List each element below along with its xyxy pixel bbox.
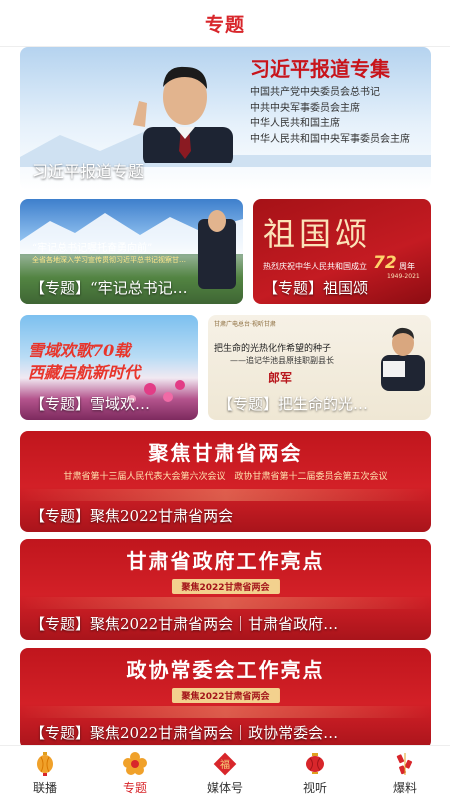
page-title: 专题 bbox=[204, 13, 245, 36]
leader-portrait-image bbox=[133, 66, 233, 163]
card-image-logo: 甘肃广电总台·视听甘肃 bbox=[214, 321, 276, 328]
card-caption: 【专题】把生命的光… bbox=[218, 395, 369, 413]
card-image-headline: “牢记总书记嘱托奋勇向前” bbox=[32, 243, 153, 254]
bottom-tab-bar: 联播 专题 福 媒体号 视听 爆料 bbox=[0, 745, 450, 801]
tab-label: 专题 bbox=[122, 781, 147, 795]
tab-label: 视听 bbox=[302, 781, 327, 795]
hero-subtitles: 中国共产党中央委员会总书记 中共中央军事委员会主席 中华人民共和国主席 中华人民… bbox=[250, 85, 410, 147]
card-image-subheadline: ——追记华池县原挂职副县长 bbox=[230, 356, 334, 365]
card-xueyu[interactable]: 雪域欢歌70载 西藏启航新时代 【专题】雪域欢… bbox=[20, 315, 198, 420]
card-image-headline: 雪域欢歌70载 bbox=[28, 341, 131, 360]
light-ray-decoration bbox=[20, 597, 431, 609]
card-zuguo-song[interactable]: 祖国颂 热烈庆祝中华人民共和国成立 72 周年 1949-2021 【专题】祖国… bbox=[253, 199, 431, 304]
banner-card-government-highlights[interactable]: 甘肃省政府工作亮点 聚焦2022甘肃省两会 【专题】聚焦2022甘肃省两会｜甘肃… bbox=[20, 539, 431, 640]
card-snow-mountain[interactable]: “牢记总书记嘱托奋勇向前” 全省各地深入学习宣传贯彻习近平总书记视察甘肃重要讲话… bbox=[20, 199, 243, 304]
banner-title: 聚焦甘肃省两会 bbox=[148, 441, 303, 465]
tab-baoliao[interactable]: 爆料 bbox=[360, 746, 450, 801]
tab-shiting[interactable]: 视听 bbox=[270, 746, 360, 801]
man-reading-image bbox=[381, 327, 425, 391]
card-image-subheadline: 热烈庆祝中华人民共和国成立 bbox=[263, 262, 367, 271]
banner-pill: 聚焦2022甘肃省两会 bbox=[171, 579, 280, 594]
tab-meitihao[interactable]: 福 媒体号 bbox=[180, 746, 270, 801]
hero-card-xi-reports[interactable]: 习近平报道专集 中国共产党中央委员会总书记 中共中央军事委员会主席 中华人民共和… bbox=[20, 47, 431, 190]
card-image-headline: 祖国颂 bbox=[263, 215, 372, 253]
tab-zhuanti[interactable]: 专题 bbox=[90, 746, 180, 801]
top-bar: 专题 bbox=[0, 0, 450, 47]
fu-diamond-icon: 福 bbox=[213, 752, 237, 776]
card-caption: 【专题】祖国颂 bbox=[263, 279, 369, 297]
hero-subtitle: 中华人民共和国中央军事委员会主席 bbox=[250, 133, 410, 145]
tab-lianbo[interactable]: 联播 bbox=[0, 746, 90, 801]
card-image-subheadline: 全省各地深入学习宣传贯彻习近平总书记视察甘肃重要讲话精神 bbox=[32, 256, 192, 264]
hero-subtitle: 中共中央军事委员会主席 bbox=[250, 102, 360, 114]
card-seed-of-hope[interactable]: 甘肃广电总台·视听甘肃 把生命的光热化作希望的种子 ——追记华池县原挂职副县长 … bbox=[208, 315, 431, 420]
banner-card-cppcc-highlights[interactable]: 政协常委会工作亮点 聚焦2022甘肃省两会 【专题】聚焦2022甘肃省两会｜政协… bbox=[20, 648, 431, 749]
card-caption: 【专题】雪域欢… bbox=[30, 395, 151, 413]
hero-title: 习近平报道专集 bbox=[250, 57, 390, 81]
flower-knot-icon bbox=[123, 752, 147, 775]
banner-card-two-sessions[interactable]: 聚焦甘肃省两会 甘肃省第十三届人民代表大会第六次会议 政协甘肃省第十二届委员会第… bbox=[20, 431, 431, 532]
firecracker-icon bbox=[396, 753, 413, 775]
card-image-headline: 把生命的光热化作希望的种子 bbox=[214, 344, 332, 354]
banner-title: 甘肃省政府工作亮点 bbox=[126, 549, 325, 573]
card-caption: 【专题】聚焦2022甘肃省两会｜甘肃省政府… bbox=[30, 615, 339, 633]
light-ray-decoration bbox=[20, 489, 431, 501]
lantern-icon bbox=[37, 752, 53, 776]
tab-label: 爆料 bbox=[392, 781, 417, 795]
anniversary-unit: 周年 bbox=[399, 262, 415, 271]
card-caption: 【专题】聚焦2022甘肃省两会 bbox=[30, 507, 234, 525]
card-caption: 【专题】“牢记总书记… bbox=[30, 279, 188, 297]
banner-pill: 聚焦2022甘肃省两会 bbox=[171, 688, 280, 703]
tab-label: 联播 bbox=[32, 781, 57, 795]
red-lantern-icon bbox=[306, 753, 324, 774]
svg-text:福: 福 bbox=[220, 758, 230, 771]
tab-label: 媒体号 bbox=[206, 781, 243, 795]
anniversary-number: 72 bbox=[373, 253, 397, 273]
card-caption: 习近平报道专题 bbox=[32, 162, 145, 181]
banner-subtitle: 甘肃省第十三届人民代表大会第六次会议 政协甘肃省第十二届委员会第五次会议 bbox=[63, 472, 388, 482]
hero-subtitle: 中国共产党中央委员会总书记 bbox=[250, 87, 380, 98]
light-ray-decoration bbox=[20, 706, 431, 718]
card-image-name: 郎军 bbox=[268, 371, 293, 385]
banner-title: 政协常委会工作亮点 bbox=[126, 658, 325, 682]
hero-subtitle: 中华人民共和国主席 bbox=[250, 118, 340, 129]
